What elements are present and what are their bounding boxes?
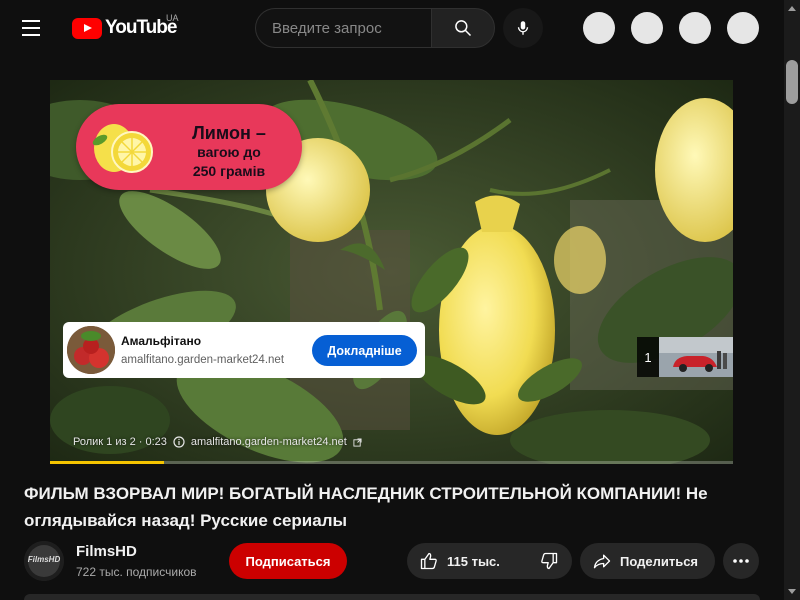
lemon-icon [92,124,153,173]
search-button[interactable] [431,8,495,48]
next-ad-count: 1 [637,337,659,377]
promo-line-2: вагою до [197,144,261,160]
share-icon [593,554,611,569]
ad-learn-more-button[interactable]: Докладніше [312,335,417,366]
dislike-button[interactable] [525,543,572,579]
video-title: ФИЛЬМ ВЗОРВАЛ МИР! БОГАТЫЙ НАСЛЕДНИК СТР… [24,484,708,530]
car-image [659,337,733,377]
ad-info-bar: Ролик 1 из 2 · 0:23 amalfitano.garden-ma… [73,436,362,448]
search-bar [255,8,495,48]
search-icon [455,20,472,37]
share-button[interactable]: Поделиться [580,543,715,579]
external-link-icon [353,437,362,447]
scroll-down-arrow[interactable] [788,589,796,594]
like-count: 115 тыс. [447,553,500,569]
scrollbar-thumb[interactable] [786,60,798,104]
next-ad-preview[interactable]: 1 [637,337,733,377]
voice-search-button[interactable] [503,8,543,48]
advertiser-url: amalfitano.garden-market24.net [121,354,285,366]
header-action-4[interactable] [727,12,759,44]
info-icon[interactable] [173,436,185,448]
channel-name[interactable]: FilmsHD [76,543,137,560]
ad-position: Ролик 1 из 2 · 0:23 [73,436,167,448]
progress-fill [50,461,165,464]
country-code: UA [166,13,179,23]
ad-overlay-card[interactable]: Амальфітано amalfitano.garden-market24.n… [63,322,425,378]
subscribe-button[interactable]: Подписаться [229,543,347,579]
page-scrollbar[interactable] [784,0,800,600]
menu-icon[interactable] [22,16,50,40]
more-icon [733,559,749,563]
header-action-1[interactable] [583,12,615,44]
promo-badge: Лимон – вагою до 250 грамів [76,104,302,190]
channel-avatar[interactable]: FilmsHD [24,541,64,581]
header-action-3[interactable] [679,12,711,44]
ad-domain-link[interactable]: amalfitano.garden-market24.net [191,436,347,448]
top-bar: YouTube UA [0,0,784,56]
youtube-watch-page: YouTube UA Введите запрос Лимон – вагою … [0,0,800,600]
advertiser-name: Амальфітано [121,334,202,348]
advertiser-avatar [67,326,115,374]
promo-line-3: 250 грамів [192,163,266,179]
thumbs-down-icon [540,552,557,570]
video-player[interactable]: Лимон – вагою до 250 грамів Амальфітано … [50,80,733,464]
next-ad-thumbnail [659,337,733,377]
promo-text: Лимон – вагою до 250 грамів [164,124,294,181]
youtube-play-icon [72,17,102,39]
promo-line-1: Лимон – [192,123,266,143]
subscriber-count: 722 тыс. подписчиков [76,565,197,579]
description-box-edge [24,594,760,600]
search-input[interactable] [255,8,431,48]
share-label: Поделиться [620,553,699,569]
channel-avatar-text: FilmsHD [27,555,61,564]
youtube-logo[interactable]: YouTube [72,16,177,40]
header-action-2[interactable] [631,12,663,44]
microphone-icon [517,21,529,35]
like-button[interactable]: 115 тыс. [407,543,525,579]
strawberry-image [67,326,115,374]
thumbs-up-icon [420,552,437,570]
scroll-up-arrow[interactable] [788,6,796,11]
more-actions-button[interactable] [723,543,759,579]
